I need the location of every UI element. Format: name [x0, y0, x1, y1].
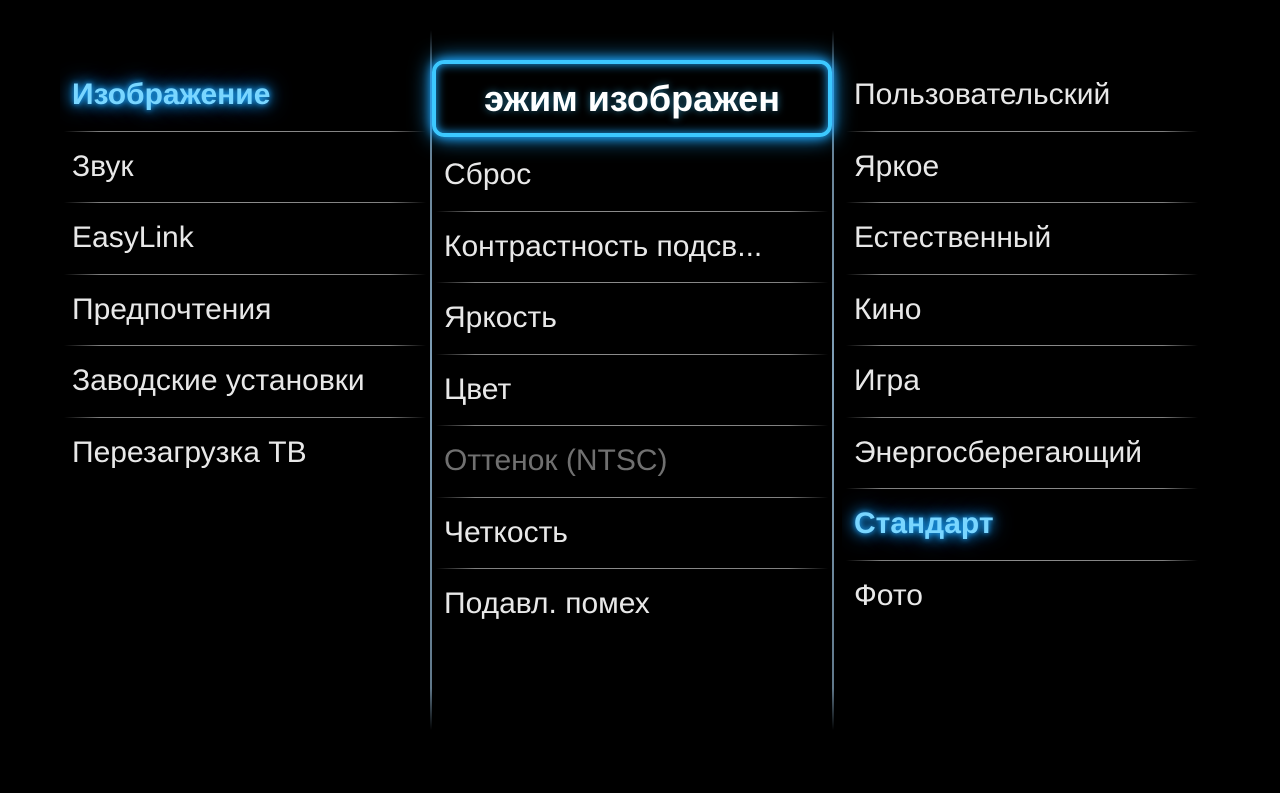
- menu-item-label: Яркое: [854, 150, 939, 183]
- menu-item[interactable]: Яркость: [432, 283, 832, 354]
- menu-item[interactable]: эжим изображен: [432, 60, 832, 137]
- tv-settings-menu: Изображение Звук EasyLink Предпочтения З…: [0, 0, 1280, 793]
- menu-item-label: Энергосберегающий: [854, 436, 1142, 469]
- menu-item-label: Фото: [854, 579, 923, 612]
- menu-item[interactable]: Энергосберегающий: [842, 418, 1202, 489]
- menu-item-label: Изображение: [72, 78, 270, 111]
- menu-item[interactable]: Сброс: [432, 140, 832, 211]
- menu-item[interactable]: Заводские установки: [60, 346, 430, 417]
- menu-item[interactable]: Цвет: [432, 355, 832, 426]
- menu-item-label: Сброс: [444, 158, 531, 191]
- menu-item[interactable]: Фото: [842, 561, 1202, 632]
- menu-item[interactable]: Звук: [60, 132, 430, 203]
- menu-item[interactable]: Кино: [842, 275, 1202, 346]
- menu-item-label: EasyLink: [72, 221, 194, 254]
- menu-item-label: эжим изображен: [484, 78, 780, 119]
- menu-item-label: Заводские установки: [72, 364, 365, 397]
- menu-item-label: Естественный: [854, 221, 1051, 254]
- menu-item[interactable]: Контрастность подсв...: [432, 212, 832, 283]
- menu-item-label: Цвет: [444, 373, 511, 406]
- menu-item-label: Стандарт: [854, 507, 994, 540]
- menu-item[interactable]: Естественный: [842, 203, 1202, 274]
- menu-item[interactable]: Оттенок (NTSC): [432, 426, 832, 497]
- menu-item[interactable]: Предпочтения: [60, 275, 430, 346]
- menu-item[interactable]: Игра: [842, 346, 1202, 417]
- menu-item-label: Яркость: [444, 301, 557, 334]
- options-column: Пользовательский Яркое Естественный Кино…: [842, 60, 1202, 753]
- menu-item-label: Пользовательский: [854, 78, 1110, 111]
- menu-item-label: Кино: [854, 293, 922, 326]
- submenu-column: эжим изображен Сброс Контрастность подсв…: [432, 60, 832, 753]
- menu-item-label: Предпочтения: [72, 293, 271, 326]
- menu-item-label: Звук: [72, 150, 134, 183]
- menu-item[interactable]: Изображение: [60, 60, 430, 131]
- menu-item[interactable]: Подавл. помех: [432, 569, 832, 640]
- menu-item-label: Подавл. помех: [444, 587, 650, 620]
- menu-item[interactable]: Перезагрузка ТВ: [60, 418, 430, 489]
- menu-item[interactable]: EasyLink: [60, 203, 430, 274]
- menu-item-label: Оттенок (NTSC): [444, 444, 668, 477]
- menu-item-label: Игра: [854, 364, 920, 397]
- main-menu-column: Изображение Звук EasyLink Предпочтения З…: [60, 60, 430, 753]
- menu-item[interactable]: Яркое: [842, 132, 1202, 203]
- menu-item-label: Контрастность подсв...: [444, 230, 762, 263]
- menu-item-label: Перезагрузка ТВ: [72, 436, 307, 469]
- menu-item-label: Четкость: [444, 516, 568, 549]
- menu-item[interactable]: Стандарт: [842, 489, 1202, 560]
- column-divider: [832, 30, 834, 730]
- menu-item[interactable]: Четкость: [432, 498, 832, 569]
- menu-item[interactable]: Пользовательский: [842, 60, 1202, 131]
